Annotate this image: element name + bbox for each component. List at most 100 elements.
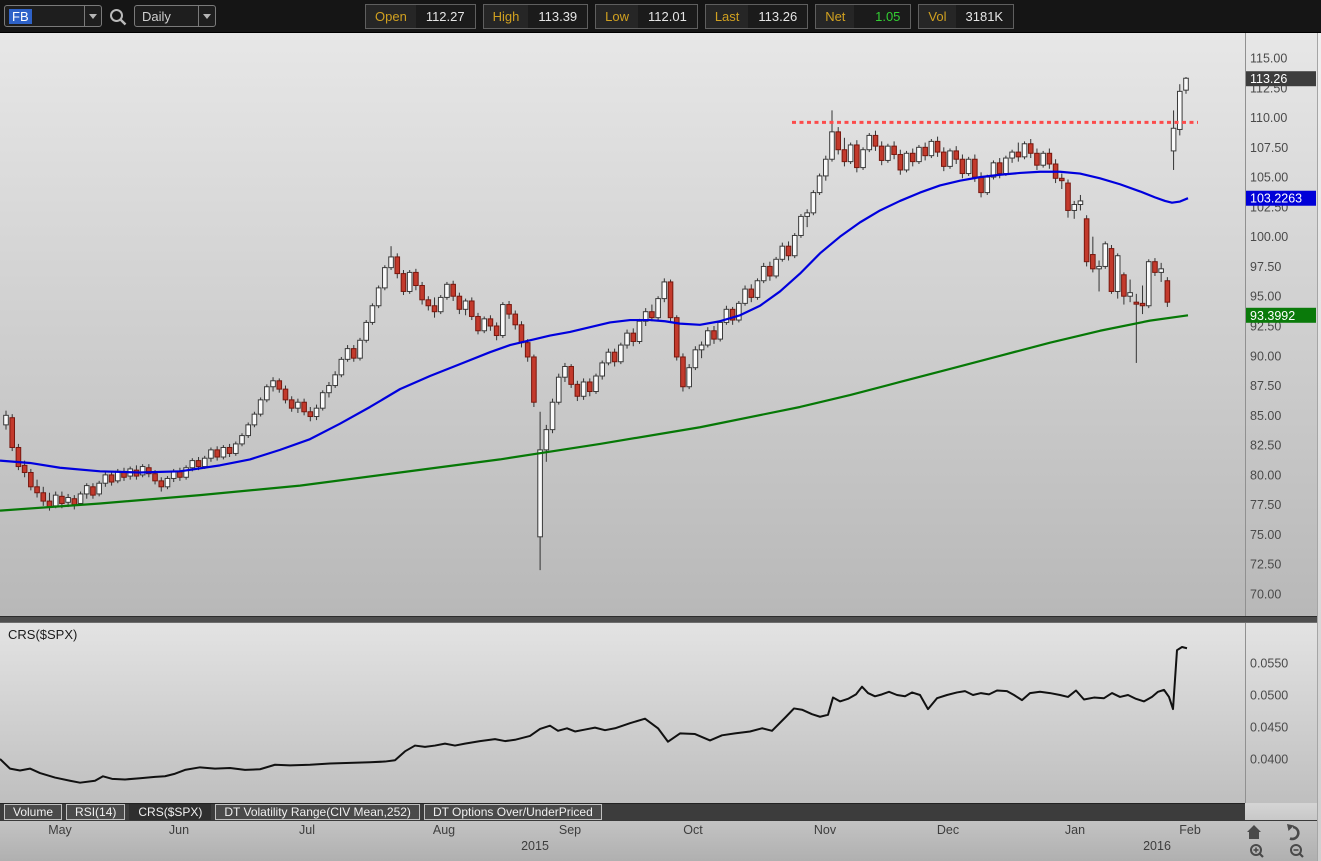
quote-open-value: 112.27 [415, 5, 475, 28]
candle-up [798, 215, 804, 236]
tab-rsi[interactable]: RSI(14) [66, 804, 126, 820]
candle-up [344, 348, 351, 360]
candle-up [804, 212, 810, 217]
candle-down [40, 492, 47, 502]
candle-down [34, 486, 40, 494]
ma50-line [0, 170, 1189, 474]
time-axis[interactable]: May Jun Jul Aug Sep Oct Nov Dec Jan Feb 2015 2016 [0, 820, 1321, 861]
candle-down [630, 332, 637, 342]
home-button[interactable] [1247, 825, 1261, 839]
quote-low-label: Low [605, 9, 630, 24]
candle-up [270, 380, 276, 388]
price-axis-tick-label: 97.50 [1250, 260, 1281, 274]
x-axis-month-label: Jul [299, 823, 315, 837]
candle-down [28, 472, 34, 488]
x-axis-month-label: Jan [1064, 823, 1086, 837]
candle-down [456, 295, 463, 310]
candle-up [655, 298, 661, 319]
candle-up [736, 302, 742, 321]
candle-up [599, 362, 606, 377]
price-axis-tick-label: 105.00 [1250, 171, 1288, 185]
tab-volume[interactable]: Volume [4, 804, 63, 820]
price-chart-canvas[interactable]: 115.00112.50110.00107.50105.00102.50100.… [0, 33, 1321, 616]
candle-down [394, 256, 401, 275]
candle-down [872, 134, 879, 147]
candle-down [586, 381, 593, 393]
candle-up [1077, 200, 1084, 206]
candle-down [59, 495, 65, 504]
panel-divider[interactable] [0, 616, 1321, 623]
price-axis-tick-label: 85.00 [1250, 409, 1281, 423]
candle-up [189, 460, 196, 469]
candle-up [605, 351, 612, 364]
candle-up [1009, 151, 1015, 159]
quote-low-value: 112.01 [638, 5, 697, 28]
quote-net-label: Net [825, 9, 846, 24]
x-axis-month-label: Dec [936, 823, 960, 837]
candle-down [922, 146, 928, 157]
candle-down [487, 318, 494, 327]
candle-down [909, 152, 916, 163]
crs-line [0, 646, 1188, 784]
right-edge-scroll-strip[interactable] [1317, 33, 1321, 861]
candle-down [1065, 182, 1071, 211]
symbol-search-button[interactable] [108, 7, 128, 27]
candle-up [816, 175, 823, 194]
candle-up [77, 493, 84, 504]
candle-up [264, 386, 270, 401]
candle-down [518, 324, 525, 344]
home-icon [1247, 825, 1261, 839]
candle-up [549, 401, 556, 431]
timeframe-select[interactable]: Daily [134, 5, 216, 27]
price-chart-panel[interactable]: 115.00 112.50 110.00 107.50 105.00 102.50 100.… [0, 33, 1321, 616]
candle-up [1102, 243, 1109, 267]
price-axis-tick-label: 87.50 [1250, 379, 1281, 393]
candle-up [319, 392, 326, 409]
candle-up [984, 176, 991, 194]
indicator-panel[interactable]: 0.0550 0.0500 0.0450 0.0400 [0, 623, 1321, 803]
tab-crs-spx[interactable]: CRS($SPX) [129, 804, 212, 820]
quote-open-label: Open [375, 9, 407, 24]
x-axis-year-label: 2015 [521, 839, 549, 853]
candle-down [748, 288, 755, 298]
candle-up [810, 192, 817, 214]
reset-view-button[interactable] [1287, 824, 1300, 841]
quote-last-value: 113.26 [748, 5, 808, 28]
candle-up [102, 474, 109, 484]
chevron-down-icon [203, 13, 211, 19]
candle-down [878, 145, 885, 161]
candle-up [555, 376, 562, 403]
candle-down [953, 150, 960, 160]
zoom-in-button[interactable] [1250, 844, 1264, 858]
quote-last: Last 113.26 [704, 4, 809, 29]
candle-down [350, 348, 357, 359]
quote-volume-label: Vol [928, 9, 947, 24]
indicator-tabs-bar: Volume RSI(14) CRS($SPX) DT Volatility R… [0, 803, 1245, 820]
candle-up [437, 296, 444, 313]
indicator-canvas[interactable]: 0.0550 0.0500 0.0450 0.0400 [0, 623, 1321, 803]
symbol-text[interactable]: FB [9, 8, 32, 24]
candle-up [537, 449, 543, 538]
chevron-down-icon [89, 13, 97, 19]
tab-dt-volatility-range[interactable]: DT Volatility Range(CIV Mean,252) [215, 804, 420, 820]
quote-low: Low 112.01 [595, 4, 698, 29]
candle-down [15, 446, 22, 468]
price-axis-tick-label: 80.00 [1250, 468, 1281, 482]
candle-up [760, 265, 767, 282]
symbol-dropdown-button[interactable] [84, 6, 101, 26]
ma200-value-badge-text: 93.3992 [1250, 309, 1295, 323]
tab-dt-options-over-underpriced[interactable]: DT Options Over/UnderPriced [423, 804, 602, 820]
candle-down [1121, 274, 1127, 297]
candle-down [214, 449, 220, 458]
symbol-input[interactable]: FB [4, 5, 102, 27]
price-axis-tick-label: 77.50 [1250, 498, 1281, 512]
candle-down [531, 356, 537, 403]
timeframe-dropdown-button[interactable] [198, 6, 215, 26]
candle-down [450, 283, 456, 297]
candle-up [965, 158, 972, 175]
quote-high: High 113.39 [482, 4, 589, 29]
candle-down [649, 311, 655, 319]
candle-up [1003, 157, 1009, 175]
zoom-out-button[interactable] [1290, 844, 1304, 858]
candle-down [568, 365, 574, 385]
